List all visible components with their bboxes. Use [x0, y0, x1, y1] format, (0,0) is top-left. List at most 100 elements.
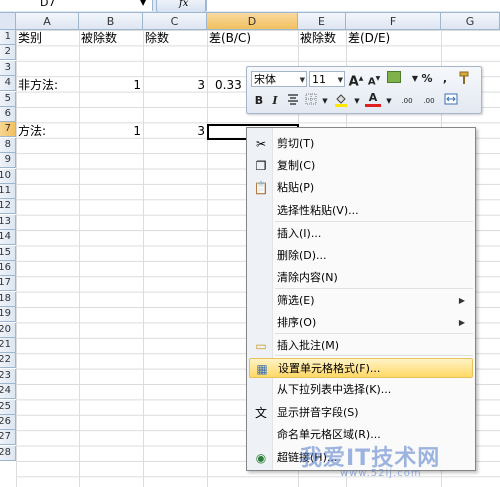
name-box[interactable]: D7 ▼	[0, 0, 153, 11]
row-header-6[interactable]: 6	[0, 107, 16, 122]
percent-style-button[interactable]: %	[419, 71, 435, 87]
comma-style-button[interactable]: ,	[437, 71, 453, 87]
shrink-font-icon: A	[367, 76, 376, 88]
cell-a1[interactable]: 类别	[18, 31, 42, 46]
menu-item-1[interactable]: ❐ 复制(C)	[249, 156, 473, 176]
cell-c1[interactable]: 除数	[145, 31, 169, 46]
row-header-23[interactable]: 23	[0, 368, 16, 384]
chevron-down-icon[interactable]: ▼	[349, 93, 365, 109]
menu-item-8[interactable]: 排序(O) ▶	[249, 313, 473, 333]
copy-icon: ❐	[255, 159, 267, 173]
cell-b7[interactable]: 1	[79, 124, 141, 139]
menu-item-label: 选择性粘贴(V)...	[277, 204, 359, 217]
fill-color-icon[interactable]	[333, 93, 349, 109]
cell-b4[interactable]: 1	[79, 78, 141, 93]
row-header-16[interactable]: 16	[0, 261, 16, 276]
row-header-7[interactable]: 7	[0, 122, 16, 138]
row-header-10[interactable]: 10	[0, 168, 16, 184]
column-header-d[interactable]: D	[207, 13, 298, 30]
font-name-select[interactable]: 宋体 ▼	[251, 71, 307, 87]
row-header-28[interactable]: 28	[0, 445, 16, 461]
row-header-9[interactable]: 9	[0, 153, 16, 169]
row-header-8[interactable]: 8	[0, 137, 16, 153]
center-align-icon[interactable]	[285, 93, 301, 109]
menu-item-11[interactable]: 从下拉列表中选择(K)...	[249, 380, 473, 400]
menu-item-7[interactable]: 筛选(E) ▶	[249, 291, 473, 311]
shrink-font-button[interactable]: A▼	[366, 71, 382, 87]
menu-item-label: 粘贴(P)	[277, 181, 315, 194]
menu-item-3[interactable]: 选择性粘贴(V)...	[249, 201, 473, 221]
bold-button[interactable]: B	[251, 93, 267, 109]
menu-item-label: 显示拼音字段(S)	[277, 406, 359, 419]
increase-decimal-button[interactable]: .00	[397, 93, 417, 109]
font-size-select[interactable]: 11 ▼	[309, 71, 345, 87]
chevron-down-icon[interactable]: ▼	[338, 72, 343, 88]
row-header-4[interactable]: 4	[0, 76, 16, 92]
chevron-down-icon[interactable]: ▼	[317, 93, 333, 109]
row-header-24[interactable]: 24	[0, 384, 16, 400]
number-format-button[interactable]	[386, 71, 402, 87]
menu-item-5[interactable]: 删除(D)...	[249, 246, 473, 266]
row-header-17[interactable]: 17	[0, 276, 16, 292]
context-menu: ✂ 剪切(T) ❐ 复制(C) 📋 粘贴(P) 选择性粘贴(V)... 插入(I)... 删除(…	[246, 127, 476, 471]
row-header-11[interactable]: 11	[0, 184, 16, 199]
italic-button[interactable]: I	[267, 93, 283, 109]
row-header-13[interactable]: 13	[0, 214, 16, 230]
row-header-5[interactable]: 5	[0, 91, 16, 107]
chevron-down-icon[interactable]: ▼	[381, 93, 397, 109]
font-color-button[interactable]: A	[365, 91, 381, 107]
watermark-logo: 我爱IT技术网 www.52ij.com	[300, 440, 440, 479]
cell-c7[interactable]: 3	[143, 124, 205, 139]
format-painter-icon[interactable]	[457, 71, 473, 87]
fx-icon: fx	[179, 0, 189, 9]
cell-f1[interactable]: 差(D/E)	[348, 31, 390, 46]
cell-c4[interactable]: 3	[143, 78, 205, 93]
cell-a7[interactable]: 方法:	[18, 124, 46, 139]
row-header-19[interactable]: 19	[0, 307, 16, 323]
row-header-1[interactable]: 1	[0, 30, 16, 45]
formula-bar: D7 ▼ fx	[0, 0, 500, 13]
column-header-b[interactable]: B	[79, 13, 143, 30]
column-header-a[interactable]: A	[16, 13, 79, 30]
menu-item-2[interactable]: 📋 粘贴(P)	[249, 178, 473, 198]
cell-d4[interactable]: 0.33	[215, 78, 242, 93]
column-header-g[interactable]: G	[441, 13, 500, 30]
menu-item-6[interactable]: 清除内容(N)	[249, 268, 473, 288]
row-header-27[interactable]: 27	[0, 430, 16, 446]
select-all-corner[interactable]	[0, 13, 16, 30]
menu-item-12[interactable]: 文显示拼音字段(S)	[249, 403, 473, 423]
menu-item-label: 剪切(T)	[277, 137, 315, 150]
cell-d1[interactable]: 差(B/C)	[209, 31, 251, 46]
row-header-2[interactable]: 2	[0, 45, 16, 61]
row-header-25[interactable]: 25	[0, 399, 16, 415]
row-header-21[interactable]: 21	[0, 338, 16, 353]
menu-item-10[interactable]: ▦ 设置单元格格式(F)...	[249, 358, 473, 378]
menu-item-label: 从下拉列表中选择(K)...	[277, 383, 392, 396]
cell-b1[interactable]: 被除数	[81, 31, 117, 46]
chevron-down-icon[interactable]: ▼	[300, 72, 305, 88]
insert-function-button[interactable]: fx	[156, 0, 206, 12]
chevron-down-icon[interactable]: ▼	[140, 0, 146, 9]
cell-a4[interactable]: 非方法:	[18, 78, 58, 93]
row-header-26[interactable]: 26	[0, 415, 16, 430]
row-header-20[interactable]: 20	[0, 322, 16, 338]
menu-item-0[interactable]: ✂ 剪切(T)	[249, 134, 473, 154]
menu-item-9[interactable]: ▭ 插入批注(M)	[249, 336, 473, 356]
merge-center-icon[interactable]	[443, 93, 459, 109]
grow-font-button[interactable]: A▲	[348, 71, 364, 89]
menu-item-4[interactable]: 插入(I)...	[249, 224, 473, 244]
column-header-c[interactable]: C	[143, 13, 207, 30]
decrease-decimal-button[interactable]: .00	[419, 93, 439, 109]
phonetic-icon: 文	[254, 406, 267, 420]
formula-input[interactable]	[206, 0, 500, 11]
column-header-f[interactable]: F	[346, 13, 441, 30]
row-header-22[interactable]: 22	[0, 353, 16, 369]
row-header-3[interactable]: 3	[0, 60, 16, 76]
menu-item-label: 筛选(E)	[277, 294, 315, 307]
row-header-15[interactable]: 15	[0, 245, 16, 261]
row-header-14[interactable]: 14	[0, 230, 16, 246]
cell-e1[interactable]: 被除数	[300, 31, 336, 46]
column-header-e[interactable]: E	[298, 13, 346, 30]
row-header-18[interactable]: 18	[0, 291, 16, 307]
row-header-12[interactable]: 12	[0, 199, 16, 215]
